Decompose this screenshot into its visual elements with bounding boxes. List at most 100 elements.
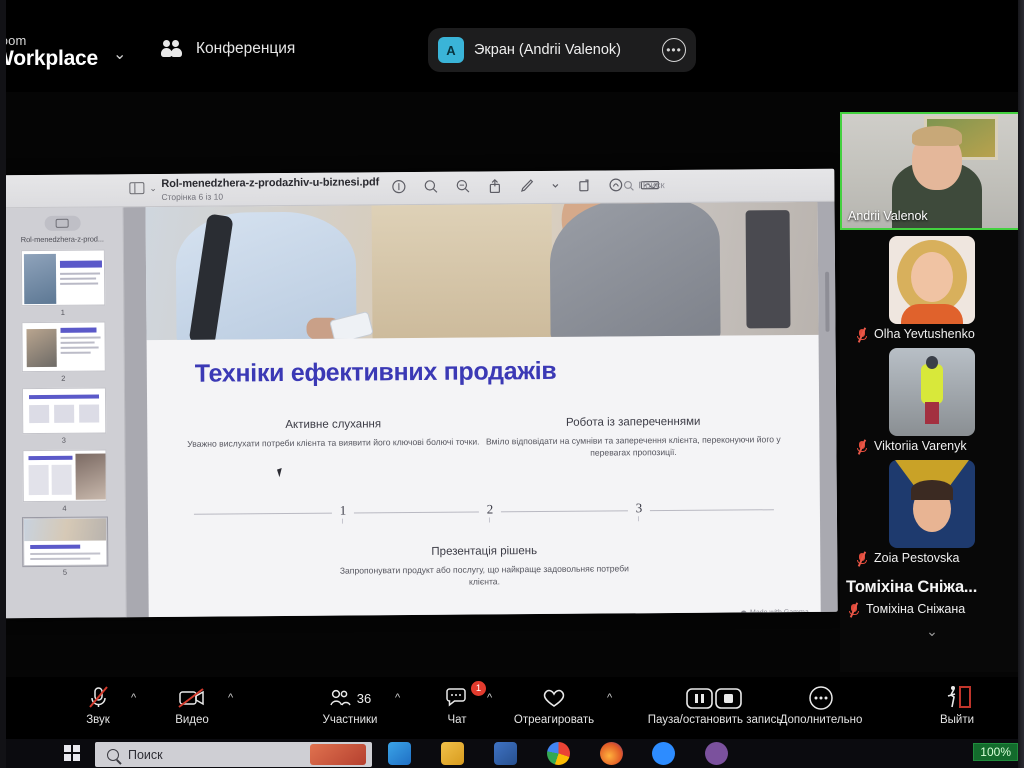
windows-taskbar: Поиск 100% — [0, 739, 1024, 768]
chrome-icon[interactable] — [547, 742, 570, 765]
page-scrollbar[interactable] — [825, 271, 830, 332]
participant-tile-viktoriia[interactable]: Viktoriia Varenyk — [848, 348, 1016, 455]
mic-muted-icon — [856, 550, 868, 567]
more-button[interactable]: Дополнительно — [762, 685, 880, 726]
pdf-tool-icons — [391, 177, 659, 194]
participants-options-chevron-icon[interactable]: ^ — [395, 692, 400, 704]
video-button[interactable]: Видео — [165, 685, 219, 726]
react-button[interactable]: Отреагировать — [506, 685, 602, 726]
audio-label: Звук — [86, 714, 110, 726]
photo-person-right — [549, 201, 721, 340]
participant-tile-zoia[interactable]: Zoia Pestovska — [848, 460, 1016, 567]
pdf-search-box[interactable]: Поиск — [623, 180, 665, 191]
windows-start-icon[interactable] — [64, 745, 80, 761]
more-options-icon[interactable]: ••• — [662, 38, 686, 62]
laptop-bezel-right — [1018, 0, 1024, 768]
slide-column-solution-presentation: Презентація рішень Запропонувати продукт… — [334, 544, 634, 589]
explorer-icon[interactable] — [441, 742, 464, 765]
column-body: Вміло відповідати на сумніви та заперече… — [485, 434, 781, 459]
participant-photo — [889, 460, 975, 548]
screen-share-status-pill[interactable]: A Экран (Andrii Valenok) ••• — [428, 28, 696, 72]
column-heading: Презентація рішень — [431, 545, 538, 558]
mic-muted-icon — [74, 685, 122, 711]
markup-chevron-icon[interactable] — [551, 178, 559, 193]
participant-name-overlay: Andrii Valenok — [848, 209, 928, 223]
zoom-out-icon[interactable] — [423, 179, 438, 194]
audio-options-chevron-icon[interactable]: ^ — [131, 692, 136, 704]
timeline-mark-1: 1 — [331, 502, 354, 519]
column-body: Уважно вислухати потреби клієнта та вияв… — [187, 436, 480, 449]
chevron-down-icon[interactable]: ⌄ — [113, 44, 126, 64]
participant-row-viktoriia[interactable]: Viktoriia Varenyk — [848, 436, 1016, 455]
brand-line-2: Workplace — [0, 46, 99, 70]
participant-name: Viktoriia Varenyk — [874, 439, 967, 453]
thumbnail-view-toggle[interactable] — [44, 215, 81, 231]
participant-tile-active-speaker[interactable]: Andrii Valenok — [840, 112, 1024, 230]
participant-photo — [889, 348, 975, 436]
participant-row-tomikhina[interactable]: Томіхіна Сніжана — [840, 599, 1024, 618]
participant-name: Томіхіна Сніжана — [866, 602, 966, 616]
thumbnail-page-4[interactable] — [21, 449, 107, 503]
share-icon[interactable] — [487, 178, 502, 194]
pdf-thumbnail-sidebar[interactable]: Rol-menedzhera-z-prod... 1 2 3 4 5 — [1, 207, 127, 619]
column-body: Запропонувати продукт або послугу, що на… — [339, 563, 629, 588]
taskbar-search-input[interactable]: Поиск — [95, 742, 372, 767]
thumbnail-page-3[interactable] — [21, 387, 106, 435]
battery-indicator: 100% — [973, 743, 1018, 761]
highlight-icon[interactable] — [608, 177, 623, 192]
thumbnail-number: 3 — [61, 435, 66, 445]
thumbnail-page-5[interactable] — [21, 516, 108, 568]
chat-options-chevron-icon[interactable]: ^ — [487, 692, 492, 704]
participants-label: Участники — [322, 714, 378, 726]
participants-strip[interactable]: Andrii Valenok Olha Yevtushenko Viktorii… — [840, 112, 1024, 672]
column-heading: Робота із запереченнями — [565, 415, 701, 429]
screen-photo-of-laptop: zoom Workplace ⌄ Конференция A Экран (An… — [0, 0, 1024, 768]
thumbnail-page-2[interactable] — [20, 321, 106, 373]
participant-row-olha[interactable]: Olha Yevtushenko — [848, 324, 1016, 343]
more-horizontal-icon — [762, 685, 880, 711]
thumbnail-page-1[interactable] — [20, 249, 105, 307]
leave-button[interactable]: Выйти — [925, 685, 989, 726]
conference-tab[interactable]: Конференция — [160, 40, 295, 58]
participant-name: Zoia Pestovska — [874, 551, 960, 565]
gamma-watermark: Made with Gamma — [740, 608, 809, 617]
laptop-bezel-left — [0, 0, 6, 768]
participants-button[interactable]: 36 Участники — [318, 685, 382, 726]
store-icon[interactable] — [494, 742, 517, 765]
chevron-down-icon[interactable]: ⌄ — [149, 183, 157, 194]
pdf-page-indicator: Сторінка 6 із 10 — [161, 191, 224, 202]
chat-button[interactable]: 1 Чат — [437, 681, 486, 726]
mail-icon[interactable] — [388, 742, 411, 765]
watermark-text: Made with Gamma — [749, 608, 809, 617]
zoom-in-icon[interactable] — [455, 179, 470, 194]
mic-muted-icon — [848, 601, 860, 618]
zoom-bottom-toolbar: Звук ^ Видео ^ 36 Участники ^ 1 Чат ^ От… — [0, 677, 1024, 739]
sidebar-document-title: Rol-menedzhera-z-prod... — [20, 234, 104, 245]
viber-icon[interactable] — [705, 742, 728, 765]
conference-label: Конференция — [196, 40, 296, 57]
search-icon — [107, 748, 119, 761]
participant-row-zoia[interactable]: Zoia Pestovska — [848, 548, 1016, 567]
shared-screen-pdf-viewer[interactable]: ⌄ Rol-menedzhera-z-prodazhiv-u-biznesi.p… — [1, 168, 838, 619]
strip-collapse-chevron-icon[interactable]: ⌄ — [840, 623, 1024, 640]
chat-unread-badge: 1 — [471, 681, 486, 696]
heart-icon — [506, 685, 602, 711]
info-icon[interactable] — [391, 179, 406, 194]
participants-count: 36 — [356, 690, 372, 706]
video-options-chevron-icon[interactable]: ^ — [228, 692, 233, 704]
participant-name: Andrii Valenok — [848, 209, 928, 223]
firefox-icon[interactable] — [600, 742, 623, 765]
thumbnail-number: 1 — [60, 307, 65, 317]
react-options-chevron-icon[interactable]: ^ — [607, 692, 612, 704]
mic-muted-icon — [856, 326, 868, 343]
markup-pen-icon[interactable] — [519, 178, 534, 193]
audio-button[interactable]: Звук — [74, 685, 122, 726]
participant-tile-olha[interactable]: Olha Yevtushenko — [848, 236, 1016, 343]
sidebar-toggle-button[interactable]: ⌄ — [129, 182, 157, 195]
share-status-text: Экран (Andrii Valenok) — [474, 42, 622, 58]
zoom-icon[interactable] — [652, 742, 675, 765]
participants-icon: 36 — [318, 685, 382, 711]
pdf-page-area[interactable]: Техніки ефективних продажів Активне слух… — [123, 201, 838, 618]
rotate-icon[interactable] — [576, 178, 591, 193]
photos-icon[interactable] — [310, 744, 366, 765]
